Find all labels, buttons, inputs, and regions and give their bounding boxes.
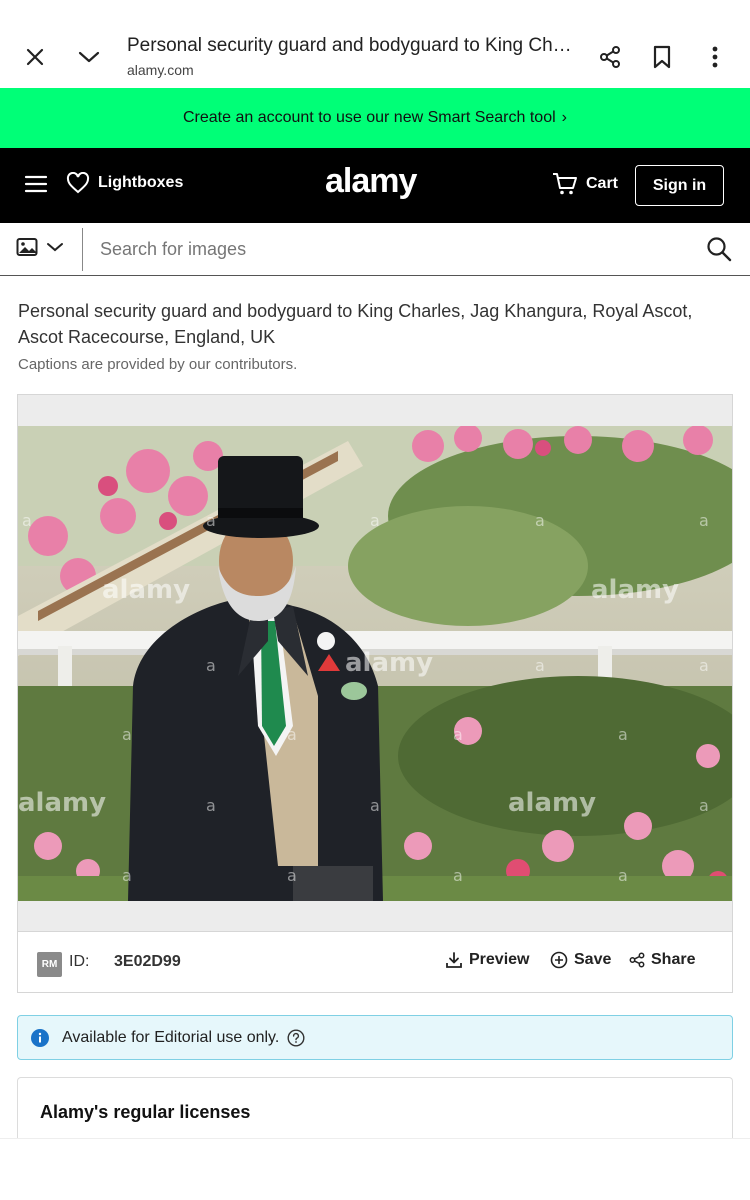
save-label: Save <box>574 951 612 968</box>
search-icon[interactable] <box>706 236 732 262</box>
browser-top-bar: Personal security guard and bodyguard to… <box>0 0 750 88</box>
svg-text:a: a <box>618 866 628 885</box>
image-frame: alamy alamy alamy alamy alamy aaaaa aaa … <box>18 395 732 932</box>
site-header: Lightboxes alamy Cart Sign in <box>0 148 750 223</box>
svg-text:a: a <box>699 796 709 815</box>
bookmark-icon[interactable] <box>646 40 678 74</box>
hamburger-menu-icon[interactable] <box>24 172 48 196</box>
chevron-down-icon[interactable] <box>72 40 106 74</box>
svg-text:alamy: alamy <box>102 575 190 605</box>
more-options-icon[interactable] <box>702 40 728 74</box>
share-label: Share <box>651 951 696 968</box>
sign-in-button[interactable]: Sign in <box>635 165 724 206</box>
editorial-notice-text: Available for Editorial use only. <box>62 1028 280 1046</box>
heart-icon <box>66 172 90 194</box>
svg-text:a: a <box>699 511 709 530</box>
chevron-down-icon <box>47 243 63 252</box>
browser-url: alamy.com <box>127 62 194 78</box>
search-type-selector[interactable] <box>16 237 64 257</box>
svg-text:a: a <box>287 725 297 744</box>
image-caption: Personal security guard and bodyguard to… <box>18 301 693 347</box>
image-id-value: 3E02D99 <box>114 953 181 970</box>
license-type-badge: RM <box>37 952 62 977</box>
svg-text:a: a <box>206 656 216 675</box>
svg-text:a: a <box>206 511 216 530</box>
search-bar <box>0 223 750 276</box>
svg-text:a: a <box>22 511 32 530</box>
svg-text:a: a <box>122 866 132 885</box>
preview-button[interactable]: Preview <box>445 951 529 969</box>
svg-text:alamy: alamy <box>18 788 106 818</box>
cart-icon <box>553 173 577 195</box>
svg-text:a: a <box>535 656 545 675</box>
svg-text:alamy: alamy <box>345 648 433 678</box>
info-icon <box>31 1028 49 1047</box>
download-icon <box>446 952 462 968</box>
svg-text:alamy: alamy <box>508 788 596 818</box>
share-icon <box>629 952 645 968</box>
svg-text:a: a <box>699 656 709 675</box>
save-button[interactable]: Save <box>550 951 611 969</box>
cart-label: Cart <box>586 175 619 192</box>
image-id-label: ID: <box>69 953 90 970</box>
image-card: alamy alamy alamy alamy alamy aaaaa aaa … <box>17 394 733 993</box>
smart-search-promo-banner[interactable]: Create an account to use our new Smart S… <box>0 88 750 148</box>
close-icon[interactable] <box>18 40 52 74</box>
stock-photo[interactable]: alamy alamy alamy alamy alamy aaaaa aaa … <box>18 426 732 901</box>
lightboxes-link[interactable]: Lightboxes <box>66 172 183 194</box>
browser-page-title: Personal security guard and bodyguard to… <box>127 35 572 56</box>
search-divider <box>82 228 83 271</box>
svg-text:alamy: alamy <box>591 575 679 605</box>
alamy-logo[interactable]: alamy <box>325 162 417 201</box>
bottom-bar <box>0 1138 750 1200</box>
cart-link[interactable]: Cart <box>552 172 618 196</box>
svg-text:a: a <box>370 796 380 815</box>
svg-text:a: a <box>370 511 380 530</box>
svg-text:a: a <box>618 725 628 744</box>
editorial-use-notice: Available for Editorial use only. <box>17 1015 733 1060</box>
licenses-title: Alamy's regular licenses <box>40 1102 251 1122</box>
svg-text:a: a <box>206 796 216 815</box>
search-input[interactable] <box>100 233 680 265</box>
svg-text:a: a <box>535 511 545 530</box>
svg-text:a: a <box>453 725 463 744</box>
svg-text:a: a <box>122 725 132 744</box>
promo-text: Create an account to use our new Smart S… <box>183 109 556 126</box>
share-icon[interactable] <box>594 40 626 74</box>
caption-note: Captions are provided by our contributor… <box>18 356 298 373</box>
preview-label: Preview <box>469 951 530 968</box>
image-meta-bar: RM ID: 3E02D99 Preview Save Share <box>18 932 732 992</box>
help-icon[interactable] <box>287 1028 305 1047</box>
svg-text:a: a <box>287 866 297 885</box>
image-icon <box>16 238 38 256</box>
svg-text:a: a <box>453 866 463 885</box>
lightboxes-label: Lightboxes <box>98 174 184 191</box>
plus-circle-icon <box>550 951 568 969</box>
chevron-right-icon: › <box>561 109 567 126</box>
share-button[interactable]: Share <box>629 951 695 969</box>
